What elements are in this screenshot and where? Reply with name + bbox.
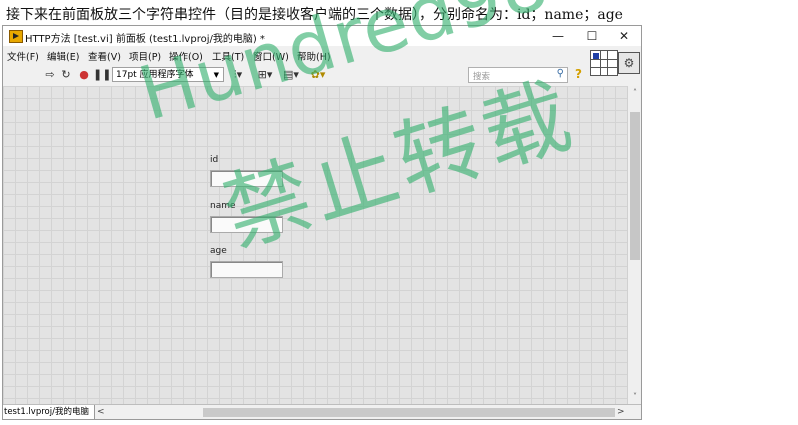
run-arrow-icon[interactable]: ⇨	[43, 67, 57, 83]
menu-bar: 文件(F) 编辑(E) 查看(V) 项目(P) 操作(O) 工具(T) 窗口(W…	[3, 46, 641, 64]
pause-icon[interactable]: ❚❚	[93, 67, 111, 83]
reorder-icon[interactable]: ✿▾	[308, 67, 328, 83]
close-button[interactable]: ✕	[607, 26, 641, 46]
labview-app-icon	[9, 30, 23, 43]
instruction-caption: 接下来在前面板放三个字符串控件（目的是接收客户端的三个数据），分别命名为：id；…	[6, 7, 623, 23]
font-selector-value: 17pt 应用程序字体	[116, 70, 194, 80]
chevron-down-icon: ▼	[213, 71, 219, 79]
run-continuously-icon[interactable]: ↻	[59, 67, 73, 83]
labview-front-panel-window: HTTP方法 [test.vi] 前面板 (test1.lvproj/我的电脑)…	[2, 25, 642, 420]
abort-icon[interactable]: ●	[77, 67, 91, 83]
toolbar: ⇨ ↻ ● ❚❚ 17pt 应用程序字体 ▼ ⫶▾ ⊞▾ ▤▾ ✿▾ 搜索 ⚲ …	[3, 64, 641, 87]
control-label-name: name	[210, 201, 236, 211]
font-selector[interactable]: 17pt 应用程序字体 ▼	[112, 67, 224, 82]
help-icon[interactable]: ?	[575, 67, 582, 81]
scroll-left-icon[interactable]: <	[97, 405, 105, 419]
search-icon[interactable]: ⚲	[557, 68, 564, 79]
string-control-name[interactable]	[210, 216, 283, 233]
control-label-age: age	[210, 246, 227, 256]
string-control-age[interactable]	[210, 261, 283, 278]
status-bar: test1.lvproj/我的电脑 < >	[3, 404, 641, 419]
front-panel-canvas[interactable]: id name age	[3, 86, 627, 404]
search-input[interactable]: 搜索 ⚲	[468, 67, 568, 83]
control-label-id: id	[210, 155, 219, 165]
align-objects-icon[interactable]: ⫶▾	[228, 67, 248, 83]
connector-grid-line	[591, 59, 617, 60]
distribute-objects-icon[interactable]: ⊞▾	[255, 67, 275, 83]
horizontal-scroll-thumb[interactable]	[203, 408, 615, 417]
vertical-scrollbar[interactable]: ˄ ˅	[627, 86, 641, 404]
maximize-button[interactable]: ☐	[575, 26, 609, 46]
menu-file[interactable]: 文件(F)	[7, 49, 39, 63]
menu-edit[interactable]: 编辑(E)	[47, 49, 79, 63]
connector-grid-line	[607, 51, 608, 75]
resize-objects-icon[interactable]: ▤▾	[281, 67, 301, 83]
connector-grid-line	[600, 51, 601, 75]
search-placeholder: 搜索	[473, 72, 491, 82]
project-path[interactable]: test1.lvproj/我的电脑	[3, 405, 95, 419]
minimize-button[interactable]: —	[541, 26, 575, 46]
window-title: HTTP方法 [test.vi] 前面板 (test1.lvproj/我的电脑)…	[25, 34, 265, 45]
connector-pane[interactable]	[590, 50, 618, 76]
menu-operate[interactable]: 操作(O)	[169, 49, 203, 63]
menu-project[interactable]: 项目(P)	[129, 49, 161, 63]
string-control-id[interactable]	[210, 170, 283, 187]
scroll-up-icon[interactable]: ˄	[628, 86, 641, 100]
menu-help[interactable]: 帮助(H)	[297, 49, 331, 63]
menu-window[interactable]: 窗口(W)	[253, 49, 289, 63]
vi-icon[interactable]: ⚙	[618, 52, 640, 74]
connector-grid-line	[591, 67, 617, 68]
menu-tools[interactable]: 工具(T)	[212, 49, 244, 63]
title-bar: HTTP方法 [test.vi] 前面板 (test1.lvproj/我的电脑)…	[3, 26, 641, 46]
menu-view[interactable]: 查看(V)	[88, 49, 121, 63]
scroll-thumb[interactable]	[630, 112, 640, 260]
scroll-right-icon[interactable]: >	[617, 405, 625, 419]
scroll-down-icon[interactable]: ˅	[628, 390, 641, 404]
